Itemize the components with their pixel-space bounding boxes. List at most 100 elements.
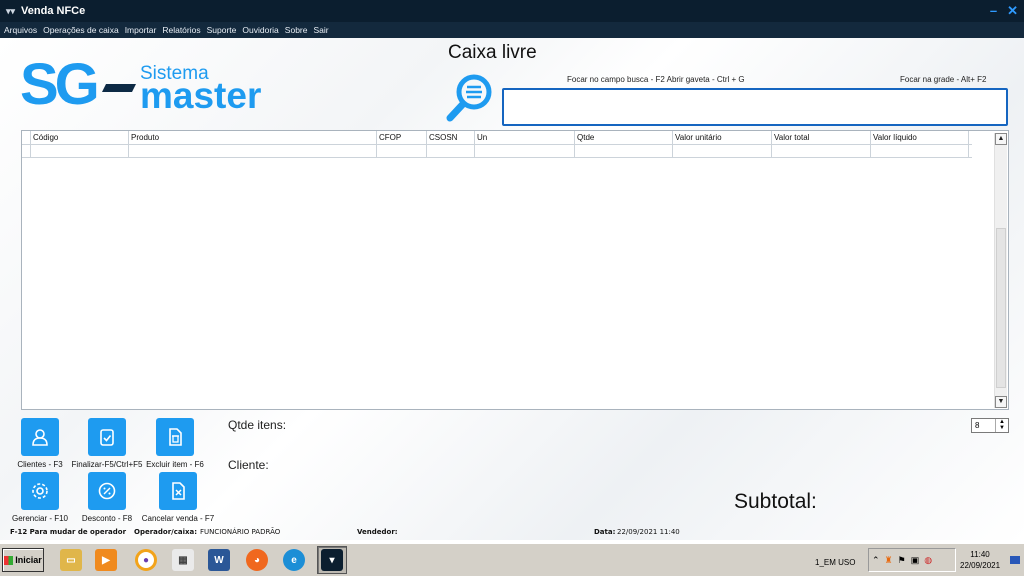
clock-date: 22/09/2021 [960,561,1001,570]
tile-cancelar[interactable] [159,472,197,510]
window-title: Venda NFCe [21,5,86,17]
caixa-status-title: Caixa livre [448,42,537,63]
word-icon[interactable]: W [208,549,230,571]
clock[interactable]: 11:40 22/09/2021 [960,549,1000,571]
title-bar: ▾▾ Venda NFCe – ✕ [0,0,1024,22]
tile-clientes[interactable] [21,418,59,456]
show-desktop-icon[interactable] [1010,556,1020,564]
logo-sg-text: SG [20,54,97,114]
gear-icon [32,483,48,499]
subtotal-label: Subtotal: [734,490,817,513]
col-codigo[interactable]: Código [31,131,129,144]
col-valor-liquido[interactable]: Valor líquido [871,131,969,144]
hint-grade: Focar na grade - Alt+ F2 [900,75,987,84]
search-input[interactable] [502,88,1008,126]
table-cell [772,145,871,157]
scroll-down-arrow-icon[interactable]: ▼ [995,396,1007,408]
grid-scrollbar[interactable]: ▲ ▼ [994,133,1007,408]
f12-hint: F-12 Para mudar de operador [10,528,127,536]
gerenciar-button[interactable]: Gerenciar - F10 [8,472,72,523]
volume-muted-icon[interactable]: ◍ [924,555,932,566]
table-cell [575,145,673,157]
file-explorer-icon[interactable]: ▭ [60,549,82,571]
tile-finalizar[interactable] [88,418,126,456]
search-icon[interactable] [444,72,496,128]
clientes-button[interactable]: Clientes - F3 [12,418,68,469]
cancelar-label: Cancelar venda - F7 [141,514,215,523]
close-button[interactable]: ✕ [1007,3,1018,19]
qtde-itens-value: 8 [975,421,980,430]
venda-nfce-task-button[interactable]: ▾ [317,546,347,574]
excluir-label: Excluir item - F6 [146,460,204,469]
table-cell [31,145,129,157]
menu-suporte[interactable]: Suporte [207,25,237,35]
onlyoffice-icon[interactable]: ● [135,549,157,571]
chevron-up-icon[interactable]: ⌃ [872,555,880,566]
clientes-label: Clientes - F3 [17,460,63,469]
logo-master-text: master [140,75,261,114]
col-produto[interactable]: Produto [129,131,377,144]
menu-arquivos[interactable]: Arquivos [4,25,37,35]
menu-sair[interactable]: Sair [313,25,328,35]
col-valor-total[interactable]: Valor total [772,131,871,144]
finalizar-label: Finalizar-F5/Ctrl+F5 [71,460,143,469]
tile-excluir[interactable] [156,418,194,456]
menu-bar: Arquivos Operações de caixa Importar Rel… [0,22,1024,38]
menu-operacoes-caixa[interactable]: Operações de caixa [43,25,119,35]
security-icon[interactable]: ♜ [885,555,893,566]
excluir-item-button[interactable]: Excluir item - F6 [143,418,207,469]
start-label: Iniciar [15,555,42,565]
window-controls: – ✕ [990,3,1018,19]
col-cfop[interactable]: CFOP [377,131,427,144]
operador-value: FUNCIONÁRIO PADRÃO [200,528,281,536]
table-cell [673,145,772,157]
percent-icon [98,482,116,500]
cancel-document-icon [172,482,185,500]
items-grid[interactable]: Código Produto CFOP CSOSN Un Qtde Valor … [21,130,1009,410]
minimize-button[interactable]: – [990,3,997,19]
menu-ouvidoria[interactable]: Ouvidoria [242,25,278,35]
col-qtde[interactable]: Qtde [575,131,673,144]
flag-icon[interactable]: ⚑ [898,555,906,566]
finalizar-button[interactable]: Finalizar-F5/Ctrl+F5 [66,418,148,469]
media-player-icon[interactable]: ▶ [95,549,117,571]
start-button[interactable]: Iniciar [2,548,44,572]
operador-label: Operador/caixa: [134,528,198,536]
table-cell [377,145,427,157]
desconto-label: Desconto - F8 [81,514,133,523]
table-cell [427,145,475,157]
data-label: Data: [594,528,616,536]
tile-gerenciar[interactable] [21,472,59,510]
vendedor-label: Vendedor: [357,528,398,536]
edge-icon[interactable]: e [283,549,305,571]
stepper-arrows-icon[interactable]: ▲ ▼ [995,419,1008,432]
col-valor-unitario[interactable]: Valor unitário [673,131,772,144]
tile-desconto[interactable] [88,472,126,510]
table-cell [129,145,377,157]
scroll-up-arrow-icon[interactable]: ▲ [995,133,1007,145]
cancelar-venda-button[interactable]: Cancelar venda - F7 [140,472,216,523]
language-indicator[interactable]: 1_EM USO [815,558,855,567]
col-un[interactable]: Un [475,131,575,144]
data-value: 22/09/2021 11:40 [617,528,680,536]
scroll-thumb[interactable] [996,228,1006,388]
table-cell [475,145,575,157]
qtde-itens-label: Qtde itens: [228,418,287,432]
cliente-label: Cliente: [228,458,269,472]
menu-relatorios[interactable]: Relatórios [162,25,200,35]
system-tray: ⌃ ♜ ⚑ ▣ ◍ [868,548,956,572]
menu-importar[interactable]: Importar [125,25,157,35]
qtde-itens-stepper[interactable]: 8 ▲ ▼ [971,418,1009,433]
hint-busca-gaveta: Focar no campo busca - F2 Abrir gaveta -… [567,75,745,84]
trash-document-icon [169,428,182,446]
table-row[interactable] [22,145,972,158]
firefox-icon[interactable]: ◕ [246,549,268,571]
desconto-button[interactable]: Desconto - F8 [78,472,136,523]
sg-master-logo: SG Sistema master [20,52,320,117]
network-icon[interactable]: ▣ [911,555,920,566]
menu-sobre[interactable]: Sobre [285,25,308,35]
col-csosn[interactable]: CSOSN [427,131,475,144]
calculator-icon[interactable]: ▦ [172,549,194,571]
status-bar: F-12 Para mudar de operador Operador/cai… [0,526,1024,540]
table-cell [871,145,969,157]
